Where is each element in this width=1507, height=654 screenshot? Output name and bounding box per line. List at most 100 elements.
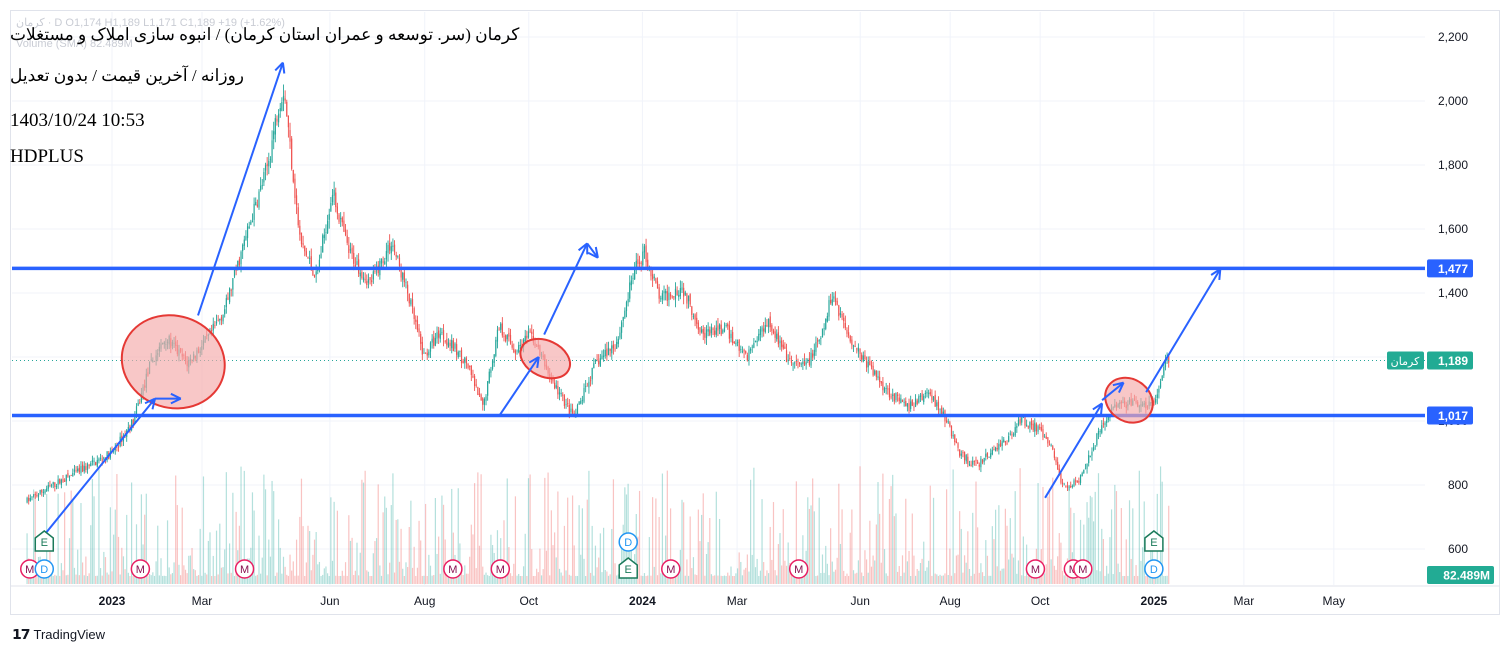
- level-layer[interactable]: [12, 266, 1425, 418]
- candle-body: [720, 324, 722, 335]
- volume-bar: [841, 509, 843, 584]
- volume-bar: [758, 575, 760, 584]
- candle-body: [382, 261, 384, 263]
- candle-body: [733, 341, 735, 344]
- dividend-marker[interactable]: M: [130, 559, 151, 579]
- candle-body: [67, 473, 69, 477]
- trend-arrow[interactable]: [1145, 268, 1222, 393]
- chart-canvas[interactable]: MEDMMMMDEMMMMMED 6008001,0001,2001,4001,…: [0, 0, 1507, 654]
- dividend-marker[interactable]: D: [618, 532, 638, 552]
- candle-body: [212, 323, 214, 331]
- dividend-marker[interactable]: D: [1144, 559, 1164, 579]
- volume-bar: [999, 570, 1002, 584]
- candle-body: [666, 291, 668, 301]
- candle-body: [1089, 456, 1091, 458]
- chart-watermark: HDPLUS: [10, 146, 84, 167]
- volume-bar: [611, 528, 613, 584]
- candle-body: [434, 338, 436, 346]
- volume-bar: [851, 509, 853, 584]
- candle-body: [568, 404, 570, 414]
- volume-bar: [689, 516, 691, 584]
- volume-bar: [299, 516, 301, 584]
- volume-bar: [307, 525, 309, 584]
- volume-bar: [382, 512, 384, 584]
- volume-bar: [302, 526, 304, 584]
- candle-body: [353, 252, 355, 264]
- trend-arrow[interactable]: [499, 356, 540, 416]
- candle-body: [1088, 455, 1090, 464]
- volume-bar: [328, 575, 330, 584]
- candle-body: [831, 299, 833, 305]
- earnings-marker[interactable]: E: [34, 530, 55, 552]
- volume-bar: [304, 576, 306, 584]
- candle-body: [656, 281, 659, 289]
- volume-bar: [1014, 491, 1016, 584]
- volume-bar: [1011, 553, 1013, 584]
- tradingview-logo[interactable]: 𝟭𝟳 TradingView: [12, 626, 105, 643]
- candle-body: [888, 388, 891, 398]
- volume-bar: [516, 575, 518, 584]
- candle-body: [273, 131, 275, 140]
- dividend-marker[interactable]: M: [1073, 559, 1093, 579]
- volume-bar: [353, 575, 355, 584]
- dividend-marker[interactable]: M: [788, 559, 809, 579]
- candle-body: [1075, 480, 1077, 482]
- candle-body: [295, 195, 298, 206]
- candle-body: [614, 348, 616, 350]
- time-axis[interactable]: 2023 Mar Jun Aug Oct 2024 Mar Jun Aug Oct 2025 Mar M…: [10, 585, 1500, 608]
- candle-body: [684, 292, 686, 295]
- dividend-marker[interactable]: M: [661, 559, 681, 579]
- candle-body: [1102, 423, 1104, 425]
- volume-bar: [712, 575, 714, 584]
- candle-body: [222, 314, 224, 322]
- candle-body: [393, 244, 396, 253]
- candle-body: [243, 239, 245, 246]
- candle-body: [47, 485, 49, 489]
- dividend-marker[interactable]: D: [34, 559, 55, 579]
- candle-body: [271, 140, 273, 163]
- marker-label: M: [136, 564, 145, 576]
- volume-bar: [874, 560, 876, 584]
- candle-body: [470, 365, 472, 375]
- candle-body: [949, 422, 951, 427]
- candle-body: [233, 269, 236, 277]
- candle-body: [211, 330, 213, 332]
- volume-bar: [189, 555, 192, 584]
- candle-body: [459, 350, 461, 352]
- candle-body: [916, 400, 918, 405]
- volume-bar: [939, 574, 941, 584]
- candle-body: [828, 300, 830, 317]
- volume-bar: [318, 561, 321, 584]
- volume-bar: [1048, 488, 1051, 584]
- candle-body: [604, 349, 606, 356]
- candle-body: [37, 494, 40, 497]
- candle-body: [570, 408, 572, 413]
- volume-bar: [117, 536, 120, 584]
- trend-arrow[interactable]: [543, 242, 589, 336]
- volume-bar: [215, 530, 218, 584]
- volume-bar: [126, 514, 128, 584]
- candle-body: [31, 496, 33, 498]
- volume-bar: [96, 575, 98, 584]
- volume-bar: [906, 561, 909, 584]
- candle-body: [718, 324, 721, 330]
- volume-bar: [52, 575, 54, 584]
- price-axis[interactable]: 6008001,0001,2001,4001,6001,8002,0002,20…: [1387, 30, 1494, 584]
- volume-bar: [184, 569, 187, 584]
- volume-bar: [162, 575, 164, 584]
- trend-arrow[interactable]: [35, 397, 156, 545]
- volume-bar: [340, 575, 342, 584]
- dividend-marker[interactable]: M: [1025, 559, 1046, 579]
- candle-body: [812, 353, 814, 358]
- volume-bar: [867, 572, 869, 584]
- dividend-marker[interactable]: M: [490, 559, 511, 579]
- dividend-marker[interactable]: M: [234, 559, 255, 579]
- volume-bar: [206, 574, 208, 584]
- volume-bar: [176, 505, 178, 584]
- arrow-head: [281, 62, 286, 74]
- candle-body: [253, 203, 255, 220]
- candle-body: [715, 327, 717, 335]
- dividend-marker[interactable]: M: [443, 559, 463, 579]
- candle-body: [60, 479, 62, 485]
- candle-body: [981, 460, 984, 463]
